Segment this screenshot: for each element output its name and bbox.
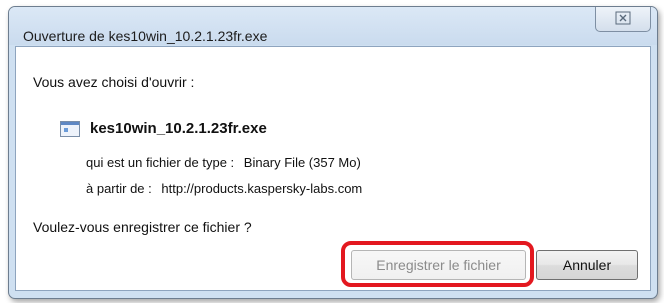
file-type-label: qui est un fichier de type : [86,155,235,170]
window-title: Ouverture de kes10win_10.2.1.23fr.exe [23,28,268,44]
save-question: Voulez-vous enregistrer ce fichier ? [33,219,252,235]
file-name: kes10win_10.2.1.23fr.exe [90,120,267,137]
dialog-content: Vous avez choisi d'ouvrir : kes10win_10.… [15,46,651,291]
file-source-row: à partir de : http://products.kaspersky-… [86,181,362,196]
open-prompt: Vous avez choisi d'ouvrir : [33,74,195,90]
file-source-label: à partir de : [86,181,152,196]
close-icon [615,11,631,28]
cancel-button[interactable]: Annuler [536,250,638,280]
file-row: kes10win_10.2.1.23fr.exe [60,120,267,137]
close-button[interactable] [595,7,651,32]
save-file-button[interactable]: Enregistrer le fichier [351,250,526,280]
file-source-value: http://products.kaspersky-labs.com [161,181,363,196]
executable-file-icon [60,120,80,137]
file-type-row: qui est un fichier de type : Binary File… [86,155,361,170]
download-dialog: Ouverture de kes10win_10.2.1.23fr.exe Vo… [8,6,658,299]
title-bar[interactable]: Ouverture de kes10win_10.2.1.23fr.exe [9,7,657,45]
file-type-value: Binary File (357 Mo) [243,155,361,170]
